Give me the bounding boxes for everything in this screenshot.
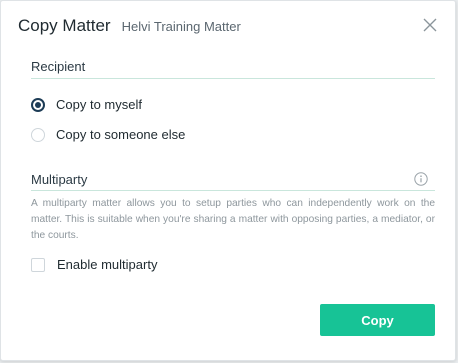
- radio-label: Copy to someone else: [56, 127, 186, 142]
- radio-copy-to-myself[interactable]: Copy to myself: [31, 97, 142, 112]
- copy-matter-dialog: Copy Matter Helvi Training Matter Recipi…: [0, 0, 456, 361]
- multiparty-heading: Multiparty: [31, 172, 88, 187]
- dialog-header: Copy Matter Helvi Training Matter: [18, 16, 395, 42]
- recipient-heading: Recipient: [31, 59, 86, 74]
- enable-multiparty-option[interactable]: Enable multiparty: [31, 257, 157, 272]
- dialog-subtitle: Helvi Training Matter: [121, 19, 241, 34]
- checkbox-label: Enable multiparty: [57, 257, 158, 272]
- radio-button-selected[interactable]: [31, 97, 45, 112]
- enable-multiparty-checkbox[interactable]: [31, 257, 45, 272]
- recipient-divider: [31, 78, 435, 79]
- multiparty-divider: [31, 190, 435, 191]
- radio-button[interactable]: [31, 127, 45, 142]
- close-icon[interactable]: [422, 17, 438, 33]
- radio-copy-to-someone-else[interactable]: Copy to someone else: [31, 127, 185, 142]
- copy-button[interactable]: Copy: [320, 304, 435, 336]
- dialog-title: Copy Matter: [18, 16, 111, 35]
- radio-label: Copy to myself: [56, 97, 142, 112]
- multiparty-description: A multiparty matter allows you to setup …: [31, 198, 435, 241]
- info-icon[interactable]: [414, 172, 428, 186]
